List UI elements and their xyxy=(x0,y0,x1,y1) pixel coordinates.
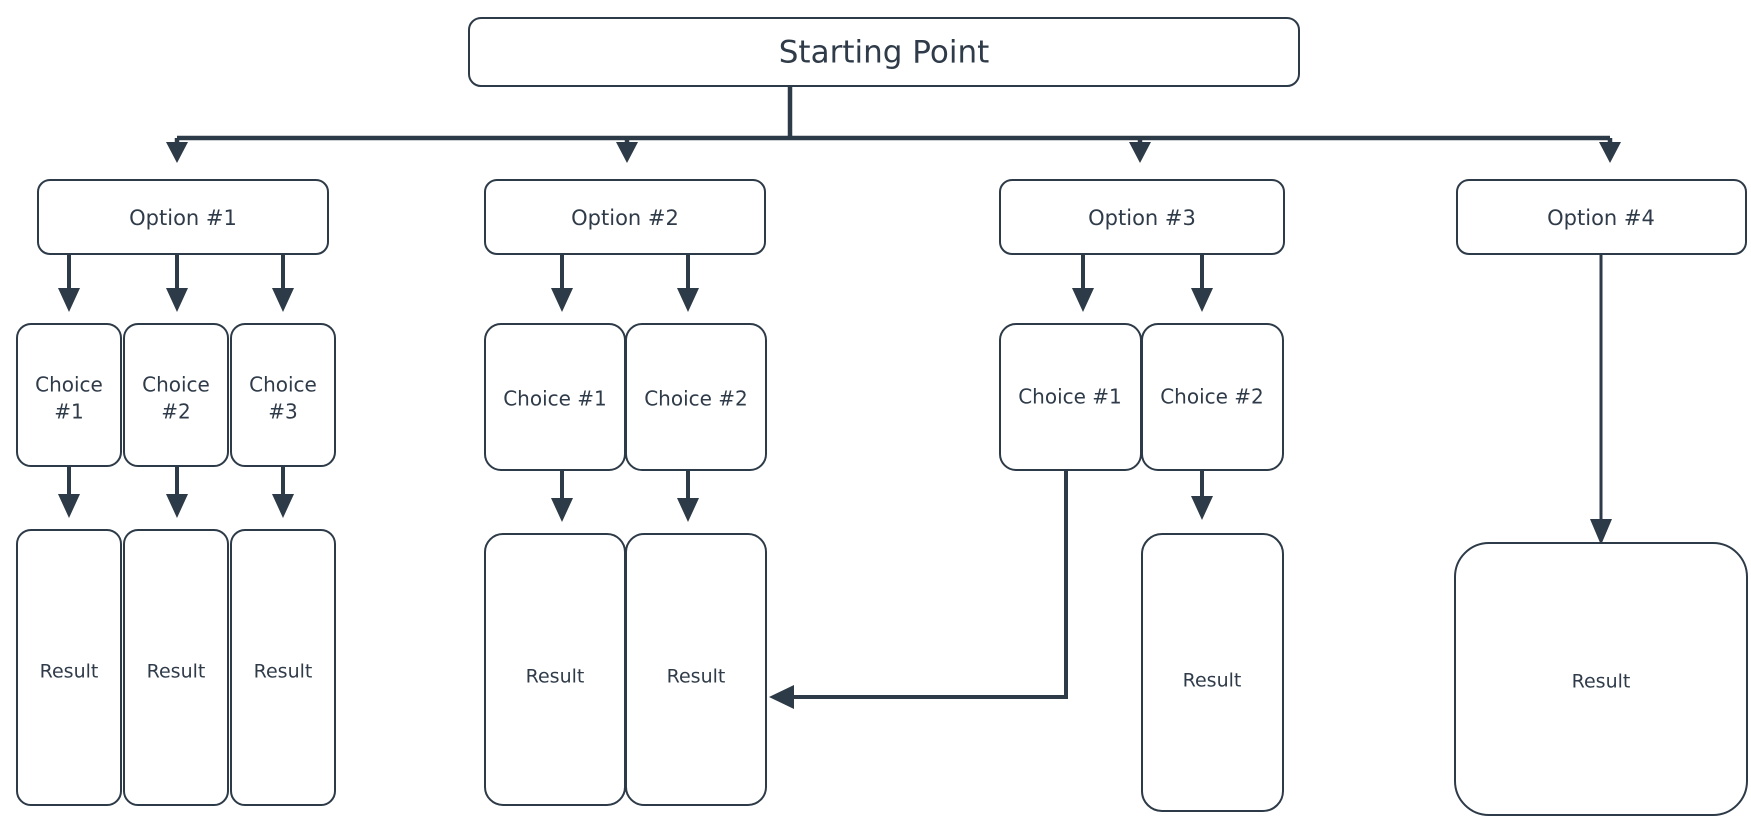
b2-choice-1-label: Choice #1 xyxy=(503,387,607,411)
b2-result-2-label: Result xyxy=(667,666,726,688)
node-b1-result-3[interactable]: Result xyxy=(230,529,336,806)
branch-3: Option #3 Choice #1 Choice #2 Result xyxy=(999,179,1285,812)
b2-choice-2-label: Choice #2 xyxy=(644,387,748,411)
node-b3-result-1[interactable]: Result xyxy=(1141,533,1284,812)
option-1-label: Option #1 xyxy=(129,206,237,230)
node-b2-result-1[interactable]: Result xyxy=(484,533,626,806)
node-b4-result-1[interactable]: Result xyxy=(1454,542,1748,816)
node-option-1[interactable]: Option #1 xyxy=(37,179,329,255)
option-2-label: Option #2 xyxy=(571,206,679,230)
arrowhead-opt1-choice1 xyxy=(58,288,80,312)
arrowhead-opt3-choice2 xyxy=(1191,288,1213,312)
node-b3-choice-2[interactable]: Choice #2 xyxy=(1141,323,1284,471)
node-b1-choice-3[interactable]: Choice #3 xyxy=(230,323,336,467)
arrowhead-option-1 xyxy=(166,142,188,163)
node-b3-choice-1[interactable]: Choice #1 xyxy=(999,323,1142,471)
b1-choice-2-label-line1: Choice xyxy=(142,373,210,397)
option-3-label: Option #3 xyxy=(1088,206,1196,230)
b1-choice-1-label-line1: Choice xyxy=(35,373,103,397)
arrowhead-elbow-left xyxy=(769,685,794,709)
edge-b3-choice1-elbow-to-b2-result2 xyxy=(790,470,1068,699)
arrowhead-opt3-choice1 xyxy=(1072,288,1094,312)
arrowhead-option-3 xyxy=(1129,142,1151,163)
arrowhead-choice3-result3 xyxy=(272,494,294,518)
arrowhead-opt4-result xyxy=(1590,519,1612,545)
node-option-2[interactable]: Option #2 xyxy=(484,179,766,255)
option-4-label: Option #4 xyxy=(1547,206,1655,230)
node-b1-choice-1[interactable]: Choice #1 xyxy=(16,323,122,467)
arrowhead-choice2-result2 xyxy=(166,494,188,518)
node-option-4[interactable]: Option #4 xyxy=(1456,179,1747,255)
arrowhead-b2-choice1-result1 xyxy=(551,498,573,522)
b3-choice-2-label: Choice #2 xyxy=(1160,385,1264,409)
flowchart-canvas: Starting Point Option #1 Choice #1 Choic… xyxy=(0,0,1751,833)
branch-2: Option #2 Choice #1 Choice #2 Result Res… xyxy=(484,179,767,806)
b3-choice-1-label: Choice #1 xyxy=(1018,385,1122,409)
arrowhead-opt1-choice3 xyxy=(272,288,294,312)
node-b2-choice-1[interactable]: Choice #1 xyxy=(484,323,626,471)
b1-result-3-label: Result xyxy=(254,661,313,683)
b1-result-2-label: Result xyxy=(147,661,206,683)
node-b1-choice-2[interactable]: Choice #2 xyxy=(123,323,229,467)
b1-choice-3-label-line2: #3 xyxy=(268,400,297,424)
node-b1-result-1[interactable]: Result xyxy=(16,529,122,806)
node-starting-point[interactable]: Starting Point xyxy=(468,17,1300,87)
arrowhead-option-2 xyxy=(616,142,638,163)
arrowhead-opt2-choice2 xyxy=(677,288,699,312)
node-b2-result-2[interactable]: Result xyxy=(625,533,767,806)
b3-result-1-label: Result xyxy=(1183,670,1242,692)
node-b1-result-2[interactable]: Result xyxy=(123,529,229,806)
node-b2-choice-2[interactable]: Choice #2 xyxy=(625,323,767,471)
starting-point-label: Starting Point xyxy=(779,35,990,71)
b1-result-1-label: Result xyxy=(40,661,99,683)
arrowhead-option-4 xyxy=(1599,142,1621,163)
b1-choice-1-label-line2: #1 xyxy=(54,400,83,424)
arrowhead-b3-choice2-result xyxy=(1191,496,1213,520)
arrowhead-opt2-choice1 xyxy=(551,288,573,312)
arrowhead-b2-choice2-result2 xyxy=(677,498,699,522)
flowchart-svg: Starting Point Option #1 Choice #1 Choic… xyxy=(16,17,1748,816)
arrowhead-opt1-choice2 xyxy=(166,288,188,312)
b2-result-1-label: Result xyxy=(526,666,585,688)
node-option-3[interactable]: Option #3 xyxy=(999,179,1285,255)
b1-choice-2-label-line2: #2 xyxy=(161,400,190,424)
b4-result-1-label: Result xyxy=(1572,671,1631,693)
arrowhead-choice1-result1 xyxy=(58,494,80,518)
b1-choice-3-label-line1: Choice xyxy=(249,373,317,397)
